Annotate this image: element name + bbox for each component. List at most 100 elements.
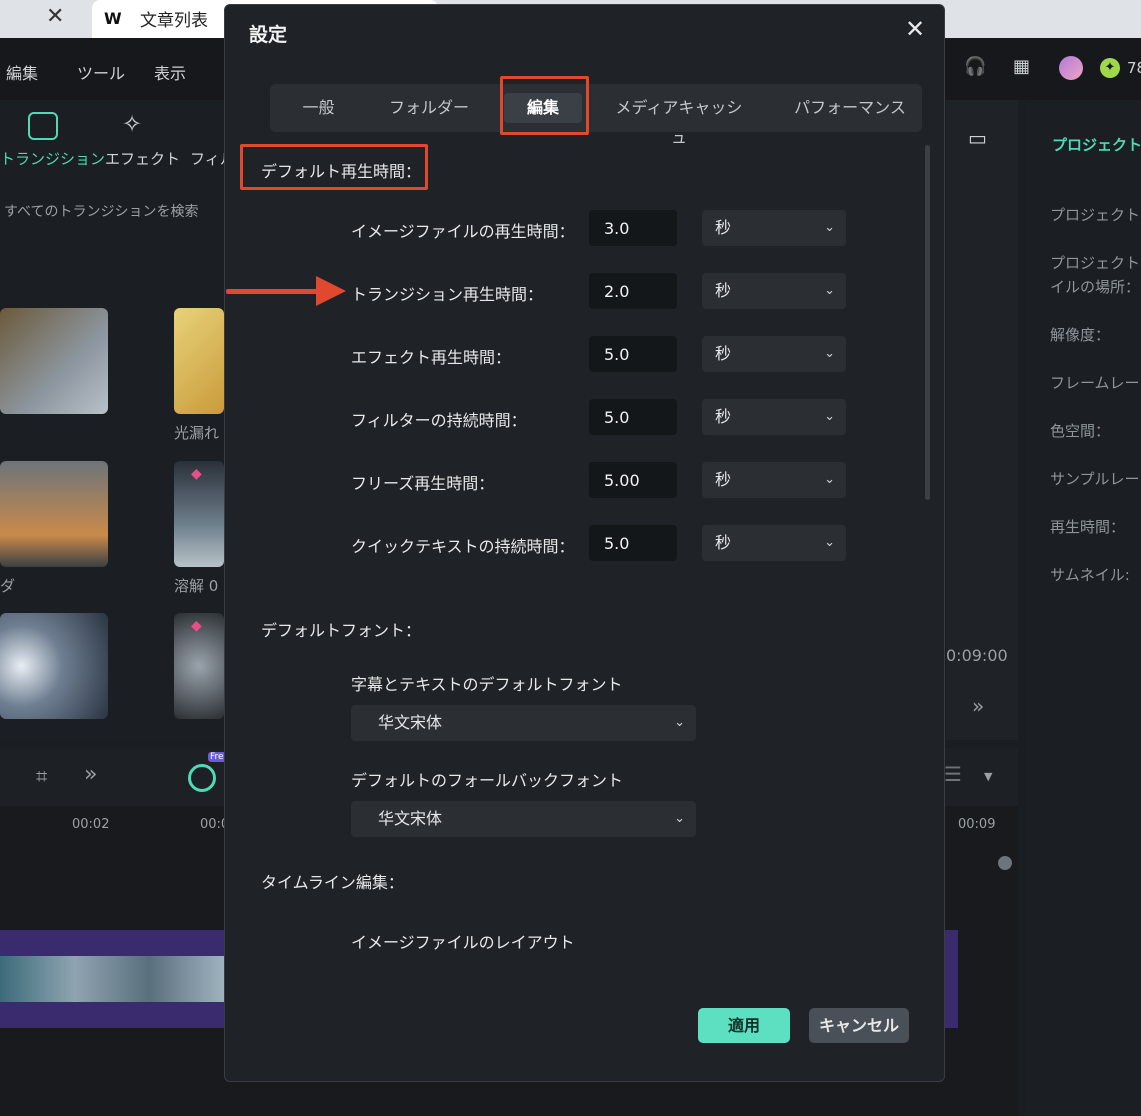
transition-search-input[interactable]: すべてのトランジションを検索 bbox=[0, 196, 224, 228]
fallback-font-label: デフォルトのフォールバックフォント bbox=[351, 771, 624, 790]
tab-folder[interactable]: フォルダー bbox=[388, 93, 470, 123]
chevrons-right-icon[interactable]: » bbox=[972, 694, 984, 718]
chevron-down-icon: ⌄ bbox=[824, 220, 835, 235]
freeze-duration-input[interactable] bbox=[589, 462, 677, 498]
timeline-scroll-handle[interactable] bbox=[998, 856, 1012, 870]
menu-view[interactable]: 表示 bbox=[154, 60, 186, 84]
chevron-down-icon: ⌄ bbox=[824, 472, 835, 487]
unit-value: 秒 bbox=[715, 344, 732, 363]
list-icon[interactable]: ☰ bbox=[944, 762, 962, 786]
unit-value: 秒 bbox=[715, 281, 732, 300]
info-label: イルの場所： bbox=[1050, 278, 1141, 296]
chevron-down-icon: ⌄ bbox=[824, 346, 835, 361]
info-label: フレームレート bbox=[1050, 374, 1141, 392]
info-label: サムネイル: bbox=[1050, 566, 1130, 584]
transition-duration-unit-select[interactable]: 秒 ⌄ bbox=[702, 273, 846, 309]
filter-duration-input[interactable] bbox=[589, 399, 677, 435]
wondershare-logo-icon: W bbox=[104, 9, 122, 28]
chevron-down-icon: ⌄ bbox=[824, 283, 835, 298]
transition-duration-input[interactable] bbox=[589, 273, 677, 309]
clip-thumbnail bbox=[0, 956, 224, 1002]
apply-button[interactable]: 適用 bbox=[698, 1008, 790, 1043]
image-duration-unit-select[interactable]: 秒 ⌄ bbox=[702, 210, 846, 246]
preview-time: 0:09:00 bbox=[946, 646, 1008, 665]
quick-text-duration-input[interactable] bbox=[589, 525, 677, 561]
transition-thumbnail[interactable] bbox=[0, 461, 108, 567]
chevron-down-icon: ⌄ bbox=[674, 715, 685, 730]
transition-thumbnail[interactable] bbox=[174, 308, 224, 414]
quick-text-duration-label: クイックテキストの持続時間： bbox=[351, 537, 575, 556]
unit-value: 秒 bbox=[715, 218, 732, 237]
waveform-icon[interactable]: ▭ bbox=[968, 126, 987, 150]
close-icon[interactable]: ✕ bbox=[901, 15, 929, 43]
tab-media-cache[interactable]: メディアキャッシュ bbox=[614, 93, 744, 147]
headset-icon[interactable]: 🎧 bbox=[964, 56, 986, 77]
annotation-arrow bbox=[226, 289, 326, 294]
credit-count: 78 bbox=[1127, 59, 1141, 77]
settings-dialog: 設定 ✕ 一般 フォルダー 編集 メディアキャッシュ パフォーマンス デフォルト… bbox=[224, 4, 945, 1082]
premium-gem-icon: ◆ bbox=[191, 618, 202, 634]
effect-icon[interactable]: ✧ bbox=[122, 110, 142, 138]
section-timeline-edit: タイムライン編集： bbox=[261, 873, 404, 892]
effect-duration-input[interactable] bbox=[589, 336, 677, 372]
browser-tab-title: 文章列表 bbox=[140, 11, 208, 31]
effect-duration-unit-select[interactable]: 秒 ⌄ bbox=[702, 336, 846, 372]
info-label: サンプルレート bbox=[1050, 470, 1141, 488]
transition-thumbnail[interactable] bbox=[0, 613, 108, 719]
font-value: 华文宋体 bbox=[378, 809, 443, 828]
apps-grid-icon[interactable]: ▦ bbox=[1013, 56, 1030, 77]
tool-transition[interactable]: トランジション bbox=[0, 148, 105, 169]
dropdown-icon[interactable]: ▼ bbox=[984, 770, 992, 783]
premium-gem-icon: ◆ bbox=[191, 466, 202, 482]
chevron-down-icon: ⌄ bbox=[824, 409, 835, 424]
effect-duration-label: エフェクト再生時間： bbox=[351, 348, 512, 367]
thumbnail-label: ダ bbox=[0, 577, 16, 595]
tab-performance[interactable]: パフォーマンス bbox=[792, 93, 908, 123]
transition-duration-label: トランジション再生時間： bbox=[351, 285, 544, 304]
menu-tools[interactable]: ツール bbox=[77, 60, 125, 84]
font-value: 华文宋体 bbox=[378, 713, 443, 732]
image-duration-input[interactable] bbox=[589, 210, 677, 246]
tab-general[interactable]: 一般 bbox=[296, 93, 341, 123]
thumbnail-label: 溶解 0 bbox=[174, 577, 219, 595]
timeline-clip[interactable] bbox=[944, 930, 958, 1028]
close-tab-icon[interactable]: ✕ bbox=[46, 4, 64, 30]
chevrons-right-icon[interactable]: » bbox=[84, 762, 97, 787]
ai-mascot-icon[interactable] bbox=[188, 764, 216, 792]
unit-value: 秒 bbox=[715, 470, 732, 489]
thumbnail-label: 光漏れ bbox=[174, 424, 220, 442]
transition-thumbnail[interactable] bbox=[0, 308, 108, 414]
cancel-button[interactable]: キャンセル bbox=[809, 1008, 909, 1043]
dialog-scrollbar[interactable] bbox=[925, 145, 930, 500]
chevron-down-icon: ⌄ bbox=[674, 811, 685, 826]
section-default-duration: デフォルト再生時間： bbox=[261, 162, 422, 181]
tab-highlight-box bbox=[500, 76, 589, 135]
subtitle-font-select[interactable]: 华文宋体 ⌄ bbox=[351, 705, 696, 741]
freeze-duration-label: フリーズ再生時間： bbox=[351, 474, 495, 493]
section-default-font: デフォルトフォント： bbox=[261, 621, 422, 640]
dialog-title: 設定 bbox=[249, 24, 288, 46]
image-layout-label: イメージファイルのレイアウト bbox=[351, 933, 575, 952]
unit-value: 秒 bbox=[715, 533, 732, 552]
info-label: プロジェクトフ bbox=[1050, 254, 1141, 272]
avatar[interactable] bbox=[1059, 56, 1083, 80]
freeze-duration-unit-select[interactable]: 秒 ⌄ bbox=[702, 462, 846, 498]
timeline-timestamp: 00:02 bbox=[72, 817, 110, 832]
credit-icon: ✦ bbox=[1100, 58, 1120, 78]
crop-icon[interactable]: ⌗ bbox=[36, 764, 47, 788]
info-label: プロジェクト名 bbox=[1050, 206, 1141, 224]
menu-edit[interactable]: 編集 bbox=[6, 60, 38, 84]
filter-duration-label: フィルターの持続時間： bbox=[351, 411, 527, 430]
transition-icon[interactable] bbox=[28, 112, 58, 140]
project-info-title: プロジェクト情 bbox=[1052, 136, 1141, 154]
quick-text-duration-unit-select[interactable]: 秒 ⌄ bbox=[702, 525, 846, 561]
fallback-font-select[interactable]: 华文宋体 ⌄ bbox=[351, 801, 696, 837]
preview-sidebar bbox=[946, 100, 1018, 740]
filter-duration-unit-select[interactable]: 秒 ⌄ bbox=[702, 399, 846, 435]
subtitle-font-label: 字幕とテキストのデフォルトフォント bbox=[351, 675, 623, 694]
timeline-clip[interactable] bbox=[0, 930, 224, 1028]
tool-effect[interactable]: エフェクト bbox=[105, 148, 180, 169]
info-label: 再生時間： bbox=[1050, 518, 1126, 536]
timeline-timestamp: 00:09 bbox=[958, 817, 996, 832]
info-label: 解像度： bbox=[1050, 326, 1111, 344]
